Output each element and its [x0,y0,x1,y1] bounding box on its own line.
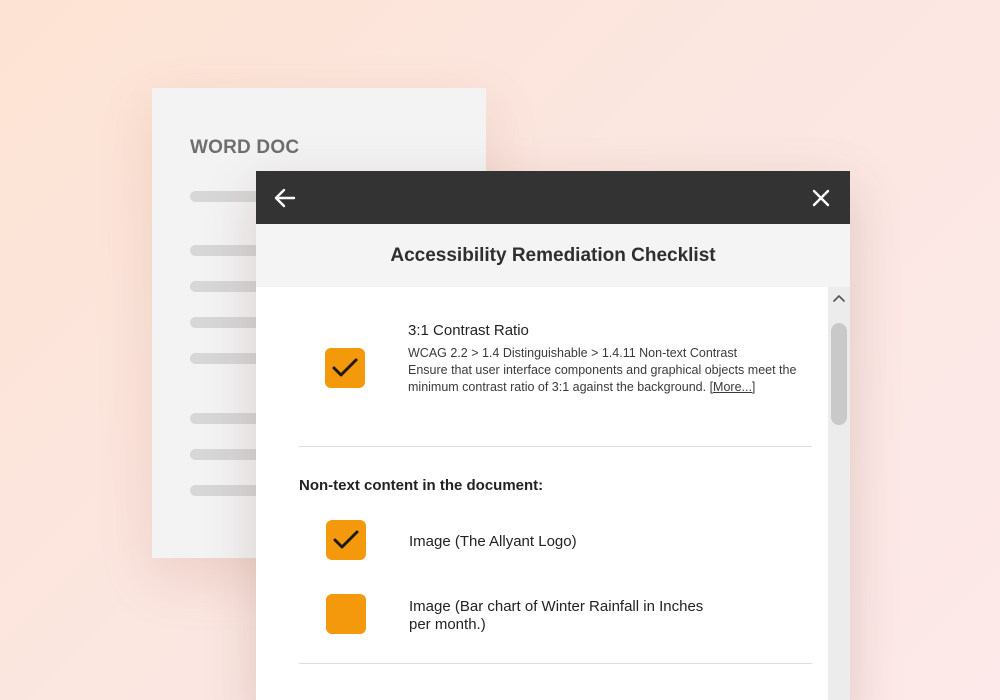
divider [299,663,812,664]
item-label-chart: Image (Bar chart of Winter Rainfall in I… [409,598,704,633]
close-button[interactable] [806,183,836,213]
contrast-item-reference: WCAG 2.2 > 1.4 Distinguishable > 1.4.11 … [408,346,738,360]
item-checkbox-chart[interactable] [326,594,366,634]
panel-title: Accessibility Remediation Checklist [390,244,716,266]
panel-title-bar: Accessibility Remediation Checklist [256,224,850,287]
section-heading: Non-text content in the document: [299,477,544,494]
checkmark-icon [333,530,359,549]
close-icon [812,189,830,207]
contrast-item-title: 3:1 Contrast Ratio [408,322,529,339]
chevron-up-icon [833,295,845,302]
scroll-up-button[interactable] [833,293,845,303]
checkmark-icon [332,358,358,377]
contrast-item-description: WCAG 2.2 > 1.4 Distinguishable > 1.4.11 … [408,345,798,396]
panel-toolbar [256,171,850,224]
item-label-logo: Image (The Allyant Logo) [409,533,577,550]
more-link[interactable]: [More...] [710,380,756,394]
scrollbar[interactable] [828,287,850,700]
scroll-thumb[interactable] [831,323,847,425]
back-button[interactable] [270,183,300,213]
arrow-left-icon [274,188,296,208]
word-doc-title: WORD DOC [190,137,300,158]
checklist-panel: Accessibility Remediation Checklist 3:1 … [256,171,850,700]
checklist-content: 3:1 Contrast Ratio WCAG 2.2 > 1.4 Distin… [256,287,828,700]
divider [299,446,812,447]
item-checkbox-logo[interactable] [326,520,366,560]
contrast-checkbox[interactable] [325,348,365,388]
